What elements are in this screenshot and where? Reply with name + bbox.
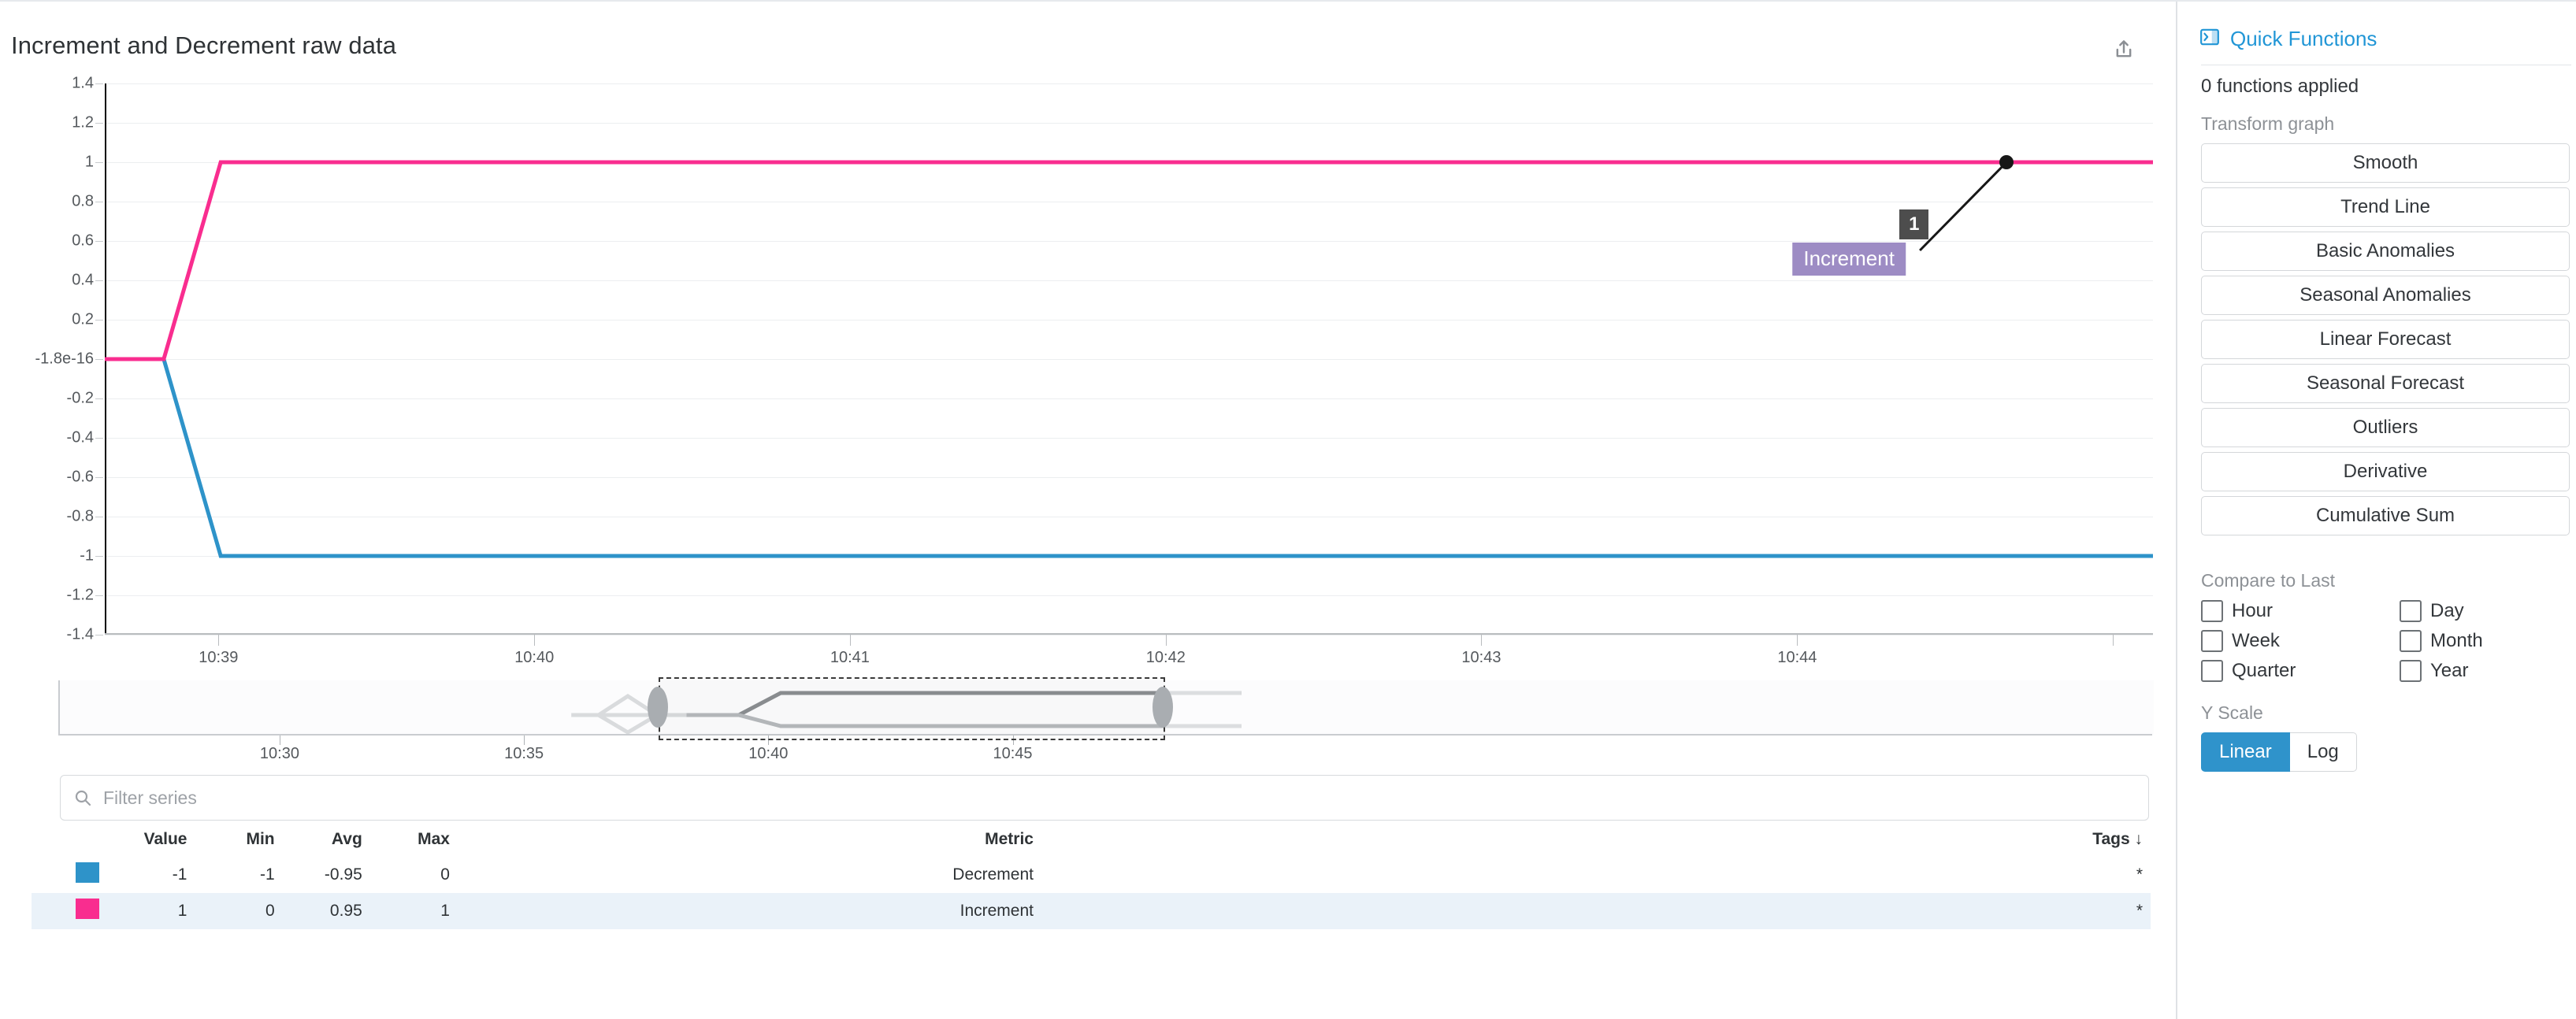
- share-icon[interactable]: [2110, 36, 2137, 63]
- cell-min: -1: [259, 865, 275, 884]
- cell-value: 1: [177, 902, 187, 920]
- y-scale-option-linear[interactable]: Linear: [2201, 732, 2290, 772]
- column-header-value[interactable]: Value: [107, 827, 195, 857]
- compare-checkbox-hour[interactable]: Hour: [2201, 600, 2273, 622]
- filter-series-field[interactable]: [60, 775, 2149, 821]
- compare-checkbox-quarter[interactable]: Quarter: [2201, 660, 2296, 682]
- checkbox-icon[interactable]: [2201, 660, 2223, 682]
- page-title: Increment and Decrement raw data: [11, 31, 397, 59]
- cell-metric: Decrement: [952, 865, 1034, 884]
- column-header-swatch: [32, 827, 107, 857]
- cell-max: 0: [440, 865, 450, 884]
- x-tick-label: 10:42: [1145, 649, 1186, 666]
- cell-value: -1: [172, 865, 187, 884]
- expand-panel-icon: [2199, 27, 2220, 51]
- cell-avg: 0.95: [329, 902, 362, 920]
- x-tick-label: 10:39: [199, 649, 239, 666]
- cell-min: 0: [265, 902, 275, 920]
- annotation-value-badge: 1: [1899, 209, 1929, 240]
- range-tick-label: 10:35: [504, 745, 544, 762]
- x-tick-label: 10:44: [1777, 649, 1817, 666]
- quick-functions-sidebar: Quick Functions 0 functions applied Tran…: [2176, 2, 2576, 1019]
- column-header-min[interactable]: Min: [195, 827, 282, 857]
- compare-checkbox-day[interactable]: Day: [2400, 600, 2464, 622]
- range-tick-label: 10:40: [748, 745, 789, 762]
- quick-functions-title: Quick Functions: [2230, 27, 2377, 50]
- checkbox-label: Day: [2430, 600, 2464, 621]
- table-header-row: Value Min Avg Max Metric Tags ↓: [32, 827, 2151, 857]
- y-scale-label: Y Scale: [2201, 702, 2263, 723]
- table-row[interactable]: 1 0 0.95 1 Increment *: [32, 893, 2151, 929]
- transform-button-linear-forecast[interactable]: Linear Forecast: [2201, 320, 2570, 359]
- y-scale-option-log[interactable]: Log: [2289, 732, 2357, 772]
- graph-panel: Increment and Decrement raw data 1.4 1.2 1…: [0, 2, 2176, 1019]
- cell-metric: Increment: [960, 902, 1034, 920]
- table-row[interactable]: -1 -1 -0.95 0 Decrement *: [32, 857, 2151, 893]
- x-tick-label: 10:40: [514, 649, 555, 666]
- cell-max: 1: [440, 902, 450, 920]
- functions-applied-count: 0 functions applied: [2201, 76, 2359, 97]
- range-selector-handle-left[interactable]: [647, 687, 668, 728]
- cell-avg: -0.95: [324, 865, 362, 884]
- checkbox-label: Hour: [2232, 600, 2273, 621]
- checkbox-icon[interactable]: [2400, 660, 2422, 682]
- x-tick-label: 10:41: [830, 649, 870, 666]
- range-tick-mark: [524, 736, 525, 745]
- range-tick-label: 10:45: [993, 745, 1033, 762]
- checkbox-icon[interactable]: [2201, 600, 2223, 622]
- compare-checkbox-year[interactable]: Year: [2400, 660, 2469, 682]
- transform-button-seasonal-anomalies[interactable]: Seasonal Anomalies: [2201, 276, 2570, 315]
- cell-tags: *: [2136, 902, 2143, 920]
- transform-button-derivative[interactable]: Derivative: [2201, 452, 2570, 491]
- checkbox-label: Year: [2430, 660, 2469, 681]
- series-legend-table: Value Min Avg Max Metric Tags ↓ -1 -1 -0.9…: [32, 827, 2151, 929]
- series-color-swatch[interactable]: [32, 857, 107, 893]
- column-header-max[interactable]: Max: [370, 827, 458, 857]
- y-scale-toggle: Linear Log: [2201, 732, 2357, 772]
- annotation-leader-line: [1919, 161, 2008, 252]
- transform-button-smooth[interactable]: Smooth: [2201, 143, 2570, 183]
- series-color-swatch[interactable]: [32, 893, 107, 929]
- annotation-series-label: Increment: [1792, 243, 1906, 276]
- compare-to-last-label: Compare to Last: [2201, 570, 2336, 591]
- quick-functions-header[interactable]: Quick Functions: [2199, 27, 2377, 51]
- search-input[interactable]: [102, 775, 2148, 821]
- cell-tags: *: [2136, 865, 2143, 884]
- transform-graph-label: Transform graph: [2201, 113, 2335, 134]
- annotation-data-point[interactable]: [1999, 155, 2014, 169]
- column-header-tags[interactable]: Tags ↓: [1041, 827, 2151, 857]
- transform-button-basic-anomalies[interactable]: Basic Anomalies: [2201, 232, 2570, 271]
- checkbox-label: Week: [2232, 630, 2280, 651]
- compare-checkbox-month[interactable]: Month: [2400, 630, 2483, 652]
- checkbox-label: Month: [2430, 630, 2483, 651]
- checkbox-icon[interactable]: [2201, 630, 2223, 652]
- x-tick-label: 10:43: [1461, 649, 1501, 666]
- checkbox-label: Quarter: [2232, 660, 2296, 681]
- app-root: Increment and Decrement raw data 1.4 1.2 1…: [0, 0, 2576, 1019]
- transform-button-trend-line[interactable]: Trend Line: [2201, 187, 2570, 227]
- transform-button-seasonal-forecast[interactable]: Seasonal Forecast: [2201, 364, 2570, 403]
- chart: 1.4 1.2 1 0.8 0.6 0.4 0.2 -1.8e-16 -0.2 -0.4 -0.6-…: [0, 68, 2176, 666]
- compare-checkbox-week[interactable]: Week: [2201, 630, 2280, 652]
- search-icon: [73, 788, 92, 807]
- column-header-metric[interactable]: Metric: [458, 827, 1041, 857]
- range-selector-selection[interactable]: [658, 677, 1166, 740]
- transform-button-cumulative-sum[interactable]: Cumulative Sum: [2201, 496, 2570, 535]
- transform-button-outliers[interactable]: Outliers: [2201, 408, 2570, 447]
- column-header-avg[interactable]: Avg: [283, 827, 370, 857]
- range-tick-label: 10:30: [259, 745, 299, 762]
- checkbox-icon[interactable]: [2400, 600, 2422, 622]
- checkbox-icon[interactable]: [2400, 630, 2422, 652]
